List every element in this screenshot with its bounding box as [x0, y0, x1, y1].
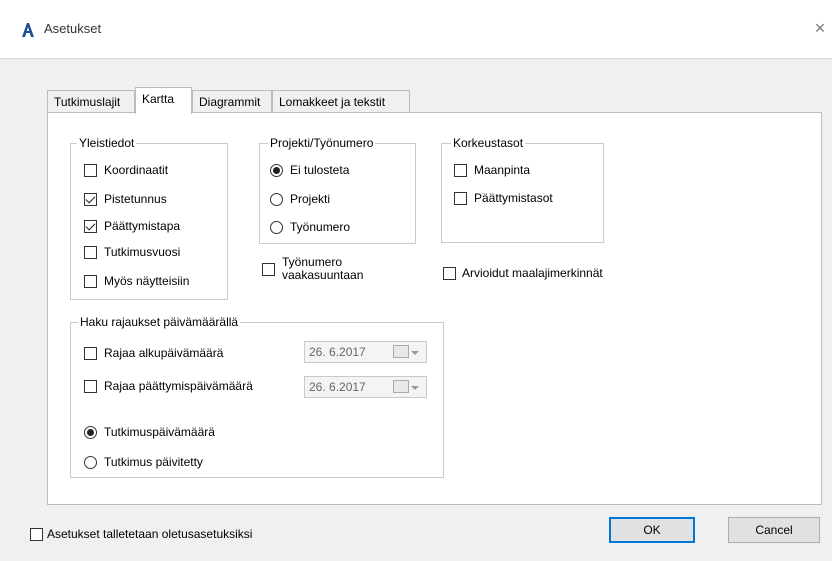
label-line: vaakasuuntaan [282, 268, 364, 282]
checkbox-tutkimusvuosi[interactable] [84, 246, 97, 259]
tab-label: Lomakkeet ja tekstit [279, 95, 386, 109]
tab-label: Tutkimuslajit [54, 95, 121, 109]
app-logo-icon [22, 23, 34, 37]
label-oletusasetukset: Asetukset talletetaan oletusasetuksiksi [47, 527, 253, 541]
radio-ei-tulosteta[interactable] [270, 164, 283, 177]
checkbox-arvioidut-maalajimerkinnat[interactable] [443, 267, 456, 280]
group-title-korkeustasot: Korkeustasot [451, 136, 526, 150]
tab-tutkimuslajit[interactable]: Tutkimuslajit [47, 90, 135, 112]
label-pistetunnus: Pistetunnus [104, 192, 167, 206]
label-maanpinta: Maanpinta [474, 163, 531, 177]
checkbox-myos-naytteisiin[interactable] [84, 275, 97, 288]
title-bar [0, 0, 832, 59]
checkbox-paattymistapa[interactable] [84, 220, 97, 233]
tab-lomakkeet-ja-tekstit[interactable]: Lomakkeet ja tekstit [272, 90, 410, 112]
label-tutkimus-paivitetty: Tutkimus päivitetty [104, 455, 203, 469]
checkbox-pistetunnus[interactable] [84, 193, 97, 206]
radio-projekti[interactable] [270, 193, 283, 206]
label-rajaa-alkupaivamaara: Rajaa alkupäivämäärä [104, 346, 224, 360]
chevron-down-icon[interactable] [411, 351, 419, 355]
date-value: 26. 6.2017 [309, 380, 366, 394]
checkbox-koordinaatit[interactable] [84, 164, 97, 177]
tab-label: Kartta [142, 92, 175, 106]
checkbox-maanpinta[interactable] [454, 164, 467, 177]
label-arvioidut-maalajimerkinnat: Arvioidut maalajimerkinnät [462, 266, 603, 280]
label-koordinaatit: Koordinaatit [104, 163, 169, 177]
group-title-yleistiedot: Yleistiedot [77, 136, 137, 150]
checkbox-rajaa-alkupaivamaara[interactable] [84, 347, 97, 360]
label-ei-tulosteta: Ei tulosteta [290, 163, 350, 177]
group-title-haku: Haku rajaukset päivämäärällä [78, 315, 241, 329]
label-paattymistasot: Päättymistasot [474, 191, 553, 205]
date-value: 26. 6.2017 [309, 345, 366, 359]
chevron-down-icon[interactable] [411, 386, 419, 390]
label-rajaa-paattymispaivamaara: Rajaa päättymispäivämäärä [104, 379, 253, 393]
group-title-projekti: Projekti/Työnumero [268, 136, 376, 150]
checkbox-paattymistasot[interactable] [454, 192, 467, 205]
ok-button[interactable]: OK [609, 517, 695, 543]
radio-tyonumero[interactable] [270, 221, 283, 234]
label-tyonumero: Työnumero [290, 220, 351, 234]
label-tutkimusvuosi: Tutkimusvuosi [104, 245, 181, 259]
tab-label: Diagrammit [199, 95, 261, 109]
tab-kartta[interactable]: Kartta [135, 87, 192, 114]
calendar-icon[interactable] [393, 380, 409, 393]
cancel-button[interactable]: Cancel [728, 517, 820, 543]
label-tutkimuspaivamaara: Tutkimuspäivämäärä [104, 425, 215, 439]
radio-tutkimus-paivitetty[interactable] [84, 456, 97, 469]
checkbox-tyonumero-vaakasuuntaan[interactable] [262, 263, 275, 276]
window-title: Asetukset [44, 21, 102, 36]
label-projekti: Projekti [290, 192, 331, 206]
label-paattymistapa: Päättymistapa [104, 219, 181, 233]
close-icon[interactable]: × [810, 16, 830, 40]
checkbox-rajaa-paattymispaivamaara[interactable] [84, 380, 97, 393]
label-myos-naytteisiin: Myös näytteisiin [104, 274, 190, 288]
checkbox-oletusasetukset[interactable] [30, 528, 43, 541]
calendar-icon[interactable] [393, 345, 409, 358]
radio-tutkimuspaivamaara[interactable] [84, 426, 97, 439]
label-tyonumero-vaakasuuntaan: Työnumero vaakasuuntaan [282, 256, 363, 282]
tab-diagrammit[interactable]: Diagrammit [192, 90, 272, 112]
